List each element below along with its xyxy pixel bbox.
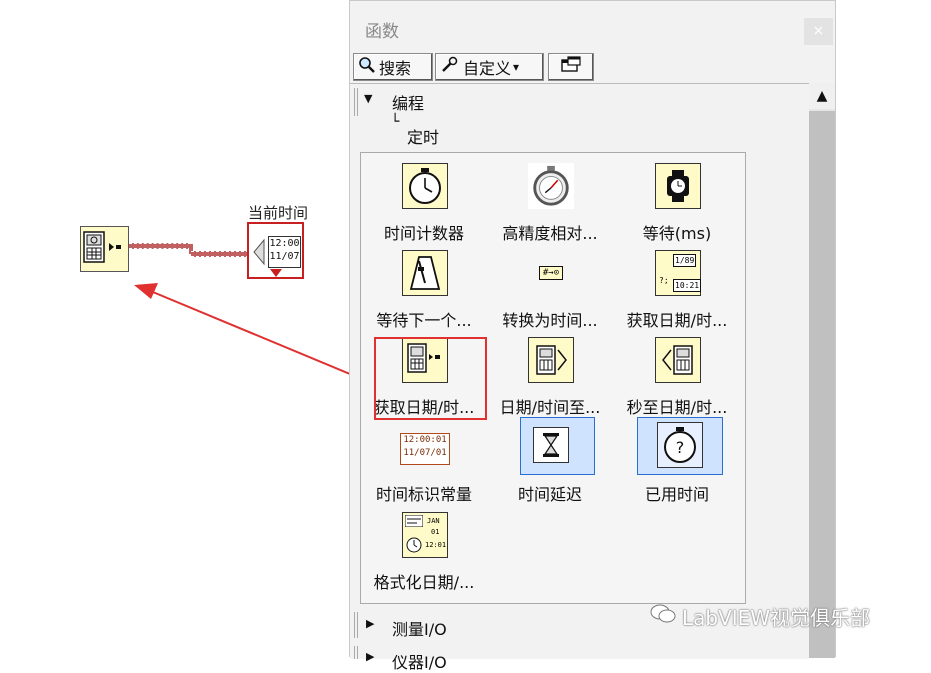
- function-label: 时间计数器: [383, 224, 464, 243]
- close-icon[interactable]: ×: [804, 18, 833, 45]
- window-button[interactable]: [548, 53, 594, 81]
- watermark-text: LabVIEW视觉俱乐部: [682, 606, 871, 630]
- function-label: 高精度相对...: [502, 224, 598, 243]
- palette-title: 函数: [365, 22, 399, 42]
- function-label: 已用时间: [644, 485, 709, 504]
- date-time-to-seconds-icon: [528, 337, 574, 383]
- expand-down-icon[interactable]: ▼: [364, 92, 372, 105]
- search-button[interactable]: 搜索: [353, 53, 433, 81]
- constant-time: 12:00:01: [403, 435, 447, 445]
- constant-date: 11/07/01: [403, 448, 447, 458]
- wrench-icon: [440, 56, 460, 78]
- function-label: 时间延迟: [517, 485, 582, 504]
- precision-clock-icon: [528, 163, 574, 209]
- date-icon-prompt: ?;: [659, 276, 669, 285]
- wechat-icon: [650, 603, 676, 630]
- function-get-date-time-string[interactable]: 1/89 ?; 10:21 获取日期/时...: [617, 243, 737, 331]
- function-wait-until-next-ms-multiple[interactable]: 等待下一个...: [364, 243, 484, 331]
- chevron-down-icon: ▾: [513, 60, 520, 74]
- format-icon-time: 12:01: [425, 541, 447, 549]
- tree-guide-line: [357, 646, 358, 659]
- tree-guide-line: [354, 612, 355, 638]
- vertical-scrollbar[interactable]: ▲: [809, 83, 835, 658]
- svg-text:?: ?: [676, 438, 685, 457]
- convert-icon-text: #→⊙: [538, 266, 564, 280]
- hourglass-icon: [533, 427, 569, 463]
- function-label: 日期/时间至...: [499, 398, 601, 417]
- palette-toolbar: 搜索 自定义 ▾: [350, 51, 835, 83]
- scroll-thumb[interactable]: [809, 111, 835, 658]
- tree-guide-line: [357, 612, 358, 638]
- function-label: 转换为时间...: [502, 311, 598, 330]
- function-format-date-time-string[interactable]: JAN 01 12:01 格式化日期/...: [364, 505, 484, 593]
- function-label: 等待下一个...: [376, 311, 472, 330]
- elapsed-time-icon: ?: [657, 422, 703, 468]
- function-date-time-to-seconds[interactable]: 日期/时间至...: [490, 330, 610, 418]
- search-icon: [358, 56, 376, 78]
- tree-guide-line: [354, 88, 355, 116]
- function-elapsed-time[interactable]: ? 已用时间: [617, 417, 737, 505]
- function-time-delay[interactable]: 时间延迟: [490, 417, 610, 505]
- format-icon-month: JAN: [427, 517, 440, 525]
- function-seconds-to-date-time[interactable]: 秒至日期/时...: [617, 330, 737, 418]
- function-high-resolution-relative-seconds[interactable]: 高精度相对...: [490, 156, 610, 244]
- date-icon-time: 10:21: [673, 279, 702, 292]
- search-label: 搜索: [379, 59, 412, 78]
- metronome-icon: [402, 250, 448, 296]
- annotation-highlight-box: [374, 337, 487, 420]
- function-label: 获取日期/时...: [626, 311, 728, 330]
- tree-guide-line: [357, 88, 358, 116]
- tree-category-programming[interactable]: 编程: [392, 90, 424, 114]
- watermark: LabVIEW视觉俱乐部: [650, 602, 870, 631]
- tree-subcategory-timing[interactable]: 定时: [407, 124, 439, 148]
- date-icon-date: 1/89: [673, 254, 697, 267]
- window-pin-icon: [560, 56, 582, 78]
- tree-guide-line: [354, 646, 355, 659]
- function-convert-to-time-stamp[interactable]: #→⊙ 转换为时间...: [490, 243, 610, 331]
- watch-icon: [655, 163, 701, 209]
- function-tick-count[interactable]: 时间计数器: [364, 156, 484, 244]
- customize-button[interactable]: 自定义 ▾: [435, 53, 544, 81]
- format-icon-day: 01: [431, 528, 440, 536]
- function-label: 时间标识常量: [375, 485, 472, 504]
- seconds-to-date-time-icon: [655, 337, 701, 383]
- function-time-stamp-constant[interactable]: 12:00:01 11/07/01 时间标识常量: [364, 417, 484, 505]
- scroll-up-icon[interactable]: ▲: [809, 83, 835, 109]
- date-time-string-icon: 1/89 ?; 10:21: [655, 250, 702, 296]
- format-date-time-icon: JAN 01 12:01: [402, 512, 448, 558]
- function-label: 秒至日期/时...: [626, 398, 728, 417]
- tree-category-instrument-io[interactable]: 仪器I/O: [392, 649, 447, 673]
- convert-time-icon: #→⊙: [528, 250, 574, 296]
- stopwatch-icon: [402, 163, 448, 209]
- function-wait-ms[interactable]: 等待(ms): [617, 156, 737, 244]
- expand-right-icon[interactable]: ▶: [366, 617, 374, 630]
- tree-category-measurement-io[interactable]: 测量I/O: [392, 616, 447, 640]
- time-stamp-constant-icon: 12:00:01 11/07/01: [400, 433, 450, 465]
- tree-branch-glyph: └: [391, 114, 400, 130]
- function-label: 等待(ms): [642, 224, 712, 243]
- customize-label: 自定义: [463, 59, 512, 78]
- function-label: 格式化日期/...: [373, 573, 475, 592]
